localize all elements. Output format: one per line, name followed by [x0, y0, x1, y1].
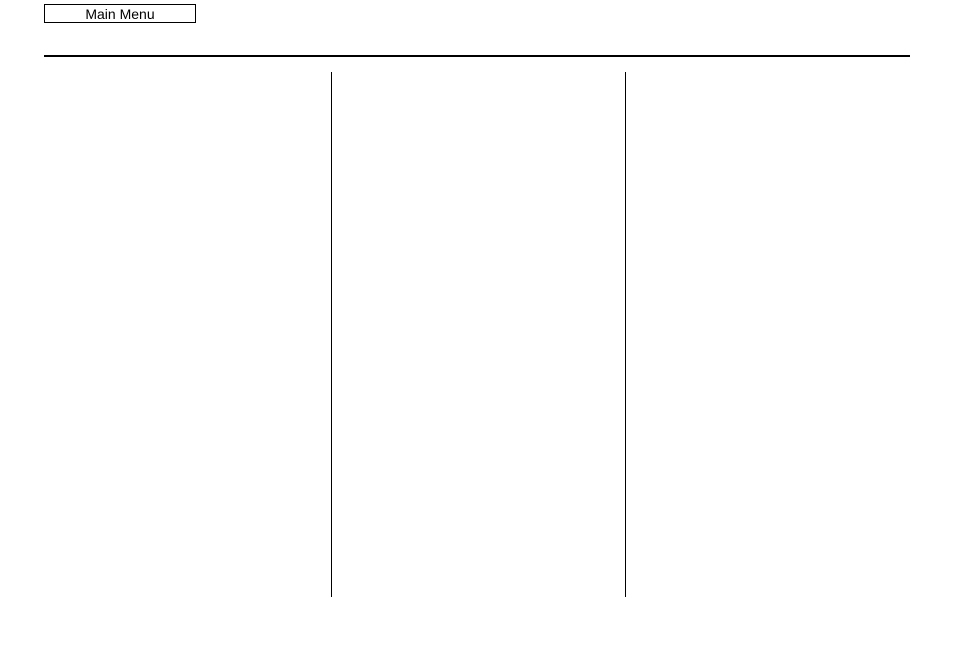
main-menu-label: Main Menu	[85, 6, 154, 22]
vertical-divider-left	[331, 72, 332, 597]
vertical-divider-right	[625, 72, 626, 597]
main-menu-button[interactable]: Main Menu	[44, 4, 196, 23]
horizontal-divider	[44, 55, 910, 57]
